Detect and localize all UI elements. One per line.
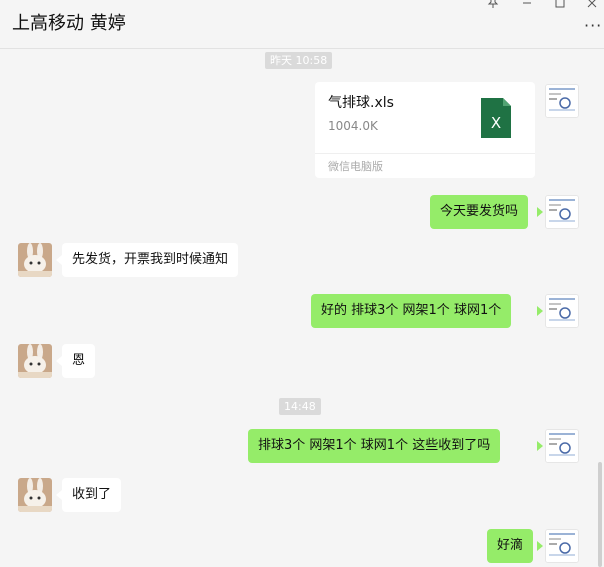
chat-header: 上高移动 黄婷 ··· bbox=[0, 0, 604, 49]
message-bubble-other[interactable]: 先发货，开票我到时候通知 bbox=[62, 243, 239, 277]
message-bubble-self[interactable]: 排球3个 网架1个 球网1个 这些收到了吗 bbox=[248, 429, 501, 463]
timestamp: 昨天 10:58 bbox=[265, 52, 333, 69]
timestamp: 14:48 bbox=[279, 398, 321, 415]
message-bubble-self[interactable]: 好的 排球3个 网架1个 球网1个 bbox=[311, 294, 512, 328]
contact-avatar[interactable] bbox=[18, 243, 52, 277]
more-options-button[interactable]: ··· bbox=[584, 16, 602, 35]
message-bubble-self[interactable]: 好滴 bbox=[487, 529, 534, 563]
self-avatar[interactable] bbox=[545, 84, 579, 118]
self-avatar[interactable] bbox=[545, 529, 579, 563]
message-bubble-other[interactable]: 恩 bbox=[62, 344, 96, 378]
chat-title: 上高移动 黄婷 bbox=[12, 13, 126, 34]
self-avatar[interactable] bbox=[545, 195, 579, 229]
self-avatar[interactable] bbox=[545, 429, 579, 463]
file-source-label: 微信电脑版 bbox=[328, 160, 383, 173]
self-avatar[interactable] bbox=[545, 294, 579, 328]
bubble-tail bbox=[537, 207, 543, 217]
message-bubble-self[interactable]: 今天要发货吗 bbox=[430, 195, 529, 229]
bubble-tail bbox=[537, 441, 543, 451]
message-bubble-other[interactable]: 收到了 bbox=[62, 478, 122, 512]
pin-icon[interactable] bbox=[487, 0, 499, 11]
file-message-card[interactable]: 气排球.xls 1004.0K X 微信电脑版 bbox=[315, 82, 535, 178]
excel-icon-letter: X bbox=[491, 114, 501, 132]
bubble-tail bbox=[537, 541, 543, 551]
file-card-divider bbox=[315, 153, 535, 154]
chat-scrollbar[interactable] bbox=[598, 462, 602, 567]
file-name: 气排球.xls bbox=[328, 95, 394, 111]
minimize-icon[interactable] bbox=[521, 0, 533, 11]
file-size: 1004.0K bbox=[328, 119, 378, 133]
bubble-tail bbox=[537, 306, 543, 316]
excel-file-icon: X bbox=[481, 98, 511, 138]
maximize-icon[interactable] bbox=[554, 0, 566, 11]
close-icon[interactable] bbox=[586, 0, 598, 11]
contact-avatar[interactable] bbox=[18, 344, 52, 378]
contact-avatar[interactable] bbox=[18, 478, 52, 512]
